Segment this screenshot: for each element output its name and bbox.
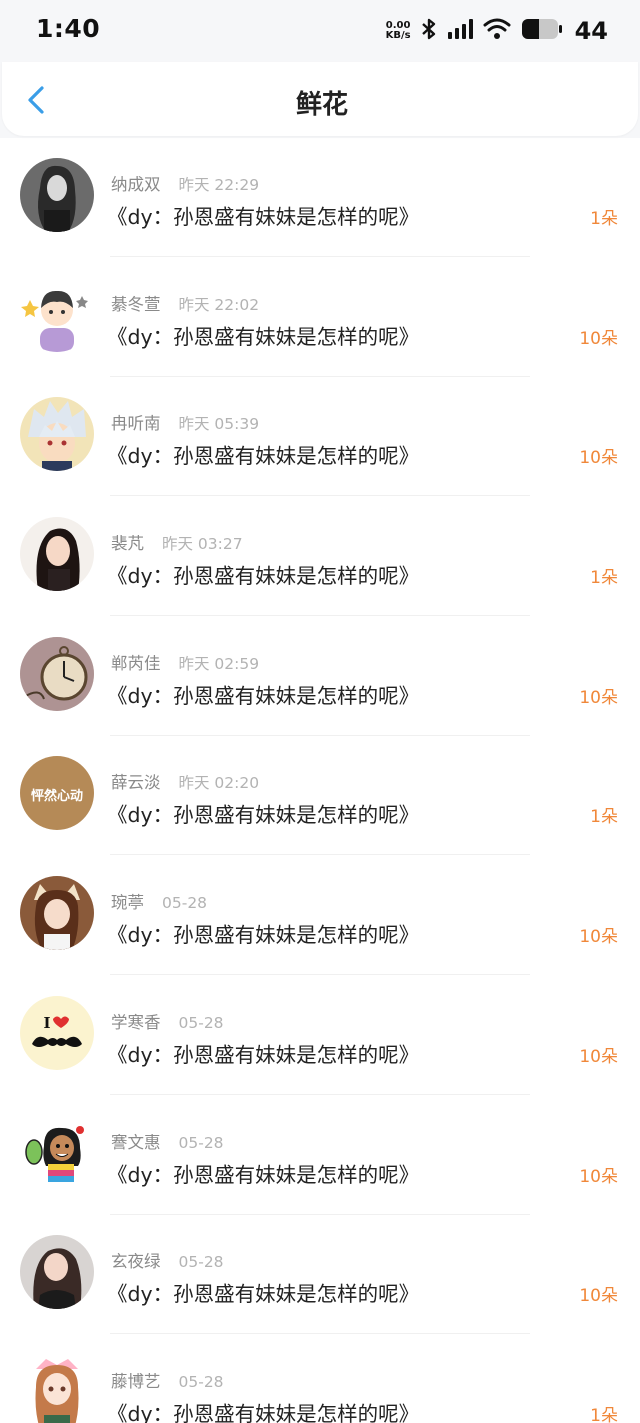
item-meta: 綦冬萱 昨天 22:02 — [111, 291, 259, 315]
send-time: 昨天 22:02 — [178, 295, 260, 314]
article-title: 《dy：孙恩盛有妹妹是怎样的呢》 — [107, 1401, 420, 1423]
avatar — [20, 876, 94, 951]
status-icons: 0.00 KB/s 44 — [386, 16, 608, 46]
flower-amount: 10朵 — [579, 448, 618, 469]
avatar — [20, 1354, 94, 1423]
flower-amount: 10朵 — [579, 328, 618, 349]
send-time: 昨天 05:39 — [178, 415, 260, 434]
flower-amount: 10朵 — [579, 927, 618, 948]
sender-name: 琬葶 — [111, 893, 144, 913]
avatar — [20, 636, 94, 711]
item-meta: 薛云淡 昨天 02:20 — [111, 769, 259, 793]
article-title: 《dy：孙恩盛有妹妹是怎样的呢》 — [107, 205, 420, 229]
sender-name: 藤博艺 — [111, 1371, 161, 1391]
network-speed-unit: KB/s — [385, 30, 411, 41]
list-item[interactable]: 綦冬萱 昨天 22:02 《dy：孙恩盛有妹妹是怎样的呢》 10朵 — [0, 258, 640, 378]
send-time: 昨天 02:59 — [178, 654, 260, 673]
article-title: 《dy：孙恩盛有妹妹是怎样的呢》 — [107, 1042, 420, 1067]
send-time: 昨天 03:27 — [162, 535, 243, 554]
sender-name: 郸芮佳 — [111, 653, 161, 673]
send-time: 05-28 — [178, 1253, 224, 1272]
item-meta: 琬葶 05-28 — [111, 889, 207, 913]
avatar — [20, 397, 94, 472]
article-title: 《dy：孙恩盛有妹妹是怎样的呢》 — [107, 683, 420, 708]
sender-name: 学寒香 — [111, 1012, 161, 1032]
item-meta: 謇文惠 05-28 — [111, 1129, 224, 1153]
article-title: 《dy：孙恩盛有妹妹是怎样的呢》 — [107, 923, 420, 948]
list-item[interactable]: 藤博艺 05-28 《dy：孙恩盛有妹妹是怎样的呢》 1朵 — [0, 1335, 640, 1423]
list-item[interactable]: 冉听南 昨天 05:39 《dy：孙恩盛有妹妹是怎样的呢》 10朵 — [0, 377, 640, 497]
list-item[interactable]: I 学寒香 05-28 《dy：孙恩盛有妹妹是怎样的呢》 10朵 — [0, 976, 640, 1096]
avatar — [20, 1115, 94, 1190]
list-item[interactable]: 郸芮佳 昨天 02:59 《dy：孙恩盛有妹妹是怎样的呢》 10朵 — [0, 617, 640, 737]
list-item[interactable]: 謇文惠 05-28 《dy：孙恩盛有妹妹是怎样的呢》 10朵 — [0, 1096, 640, 1216]
sender-name: 冉听南 — [111, 414, 161, 434]
item-meta: 裴芃 昨天 03:27 — [111, 530, 243, 554]
list-item[interactable]: 琬葶 05-28 《dy：孙恩盛有妹妹是怎样的呢》 10朵 — [0, 856, 640, 976]
signal-icon — [447, 18, 473, 44]
article-title: 《dy：孙恩盛有妹妹是怎样的呢》 — [107, 324, 420, 349]
avatar — [20, 1235, 94, 1310]
article-title: 《dy：孙恩盛有妹妹是怎样的呢》 — [107, 1162, 420, 1187]
page-title: 鲜花 — [295, 90, 348, 120]
avatar-text: I — [43, 1014, 50, 1032]
status-time: 1:40 — [36, 14, 101, 43]
network-speed: 0.00 KB/s — [386, 21, 411, 41]
flower-amount: 10朵 — [579, 1166, 618, 1187]
sender-name: 裴芃 — [111, 534, 144, 554]
article-title: 《dy：孙恩盛有妹妹是怎样的呢》 — [107, 564, 420, 589]
send-time: 05-28 — [162, 894, 208, 913]
flower-amount: 1朵 — [590, 209, 618, 229]
avatar — [20, 158, 94, 232]
flower-amount: 10朵 — [579, 1286, 618, 1307]
list-item[interactable]: 纳成双 昨天 22:29 《dy：孙恩盛有妹妹是怎样的呢》 1朵 — [0, 138, 640, 258]
status-bar: 1:40 0.00 KB/s 44 — [0, 0, 640, 62]
item-meta: 冉听南 昨天 05:39 — [111, 410, 259, 434]
flower-amount: 1朵 — [590, 807, 618, 828]
sender-name: 纳成双 — [111, 175, 161, 194]
nav-card: 鲜花 — [2, 62, 638, 136]
nav-bar: 鲜花 — [0, 62, 640, 138]
avatar — [20, 517, 94, 592]
sender-name: 玄夜绿 — [111, 1252, 161, 1272]
battery-level: 44 — [574, 17, 608, 45]
battery-icon — [521, 18, 563, 44]
list-item[interactable]: 玄夜绿 05-28 《dy：孙恩盛有妹妹是怎样的呢》 10朵 — [0, 1215, 640, 1335]
sender-name: 薛云淡 — [111, 773, 161, 793]
wifi-icon — [483, 18, 511, 44]
send-time: 05-28 — [178, 1133, 224, 1152]
article-title: 《dy：孙恩盛有妹妹是怎样的呢》 — [107, 803, 420, 828]
flower-amount: 1朵 — [590, 568, 618, 589]
avatar: 怦然心动 — [20, 756, 94, 831]
article-title: 《dy：孙恩盛有妹妹是怎样的呢》 — [107, 1282, 420, 1307]
send-time: 05-28 — [178, 1372, 224, 1391]
avatar: I — [20, 995, 94, 1070]
item-meta: 藤博艺 05-28 — [111, 1368, 224, 1392]
article-title: 《dy：孙恩盛有妹妹是怎样的呢》 — [107, 444, 420, 469]
item-meta: 玄夜绿 05-28 — [111, 1248, 224, 1272]
item-meta: 纳成双 昨天 22:29 — [111, 171, 259, 195]
list-item[interactable]: 裴芃 昨天 03:27 《dy：孙恩盛有妹妹是怎样的呢》 1朵 — [0, 497, 640, 617]
send-time: 昨天 02:20 — [178, 774, 260, 793]
flower-amount: 10朵 — [579, 687, 618, 708]
send-time: 05-28 — [178, 1013, 224, 1032]
sender-name: 謇文惠 — [111, 1132, 161, 1152]
send-time: 昨天 22:29 — [178, 176, 260, 194]
avatar-text: 怦然心动 — [31, 788, 83, 804]
sender-name: 綦冬萱 — [111, 294, 161, 314]
flower-record-list: 纳成双 昨天 22:29 《dy：孙恩盛有妹妹是怎样的呢》 1朵 綦冬萱 昨天 … — [0, 138, 640, 1423]
flower-amount: 10朵 — [579, 1046, 618, 1067]
avatar — [20, 277, 94, 352]
list-item[interactable]: 怦然心动 薛云淡 昨天 02:20 《dy：孙恩盛有妹妹是怎样的呢》 1朵 — [0, 736, 640, 856]
item-meta: 学寒香 05-28 — [111, 1009, 224, 1033]
item-meta: 郸芮佳 昨天 02:59 — [111, 650, 259, 674]
bluetooth-icon — [421, 17, 437, 45]
flower-amount: 1朵 — [590, 1405, 618, 1423]
